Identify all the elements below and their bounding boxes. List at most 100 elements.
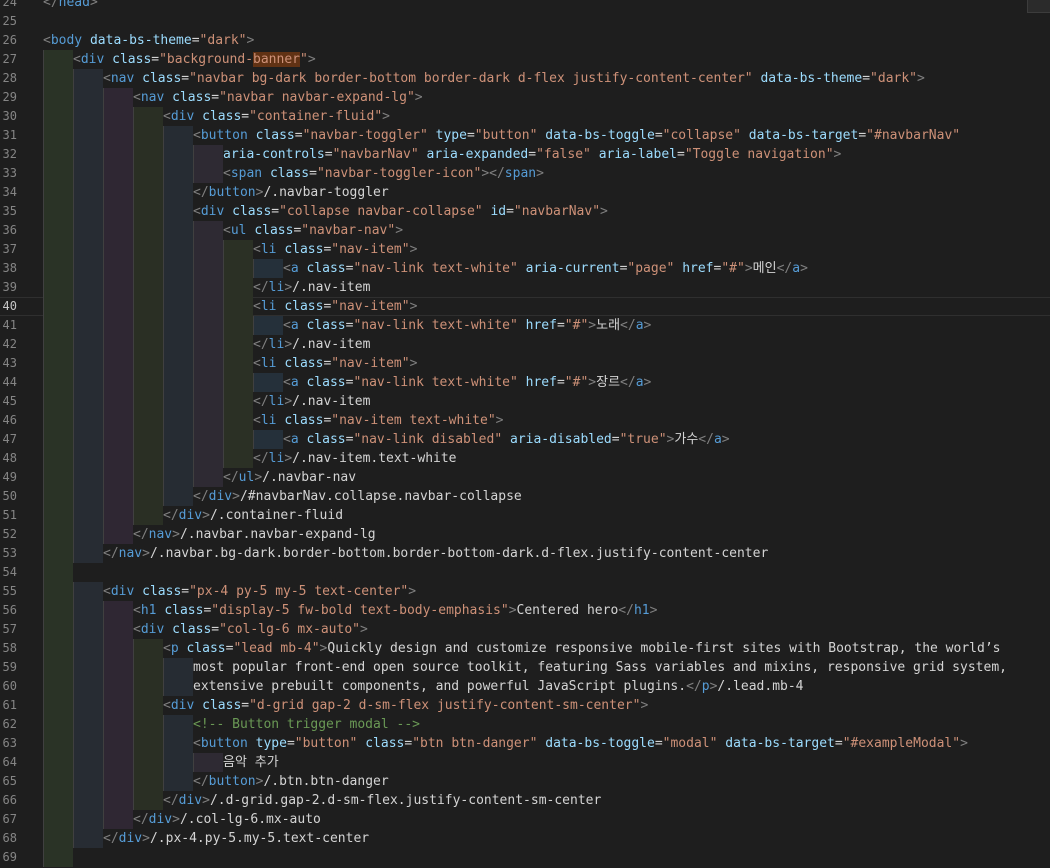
indent-guide <box>73 677 103 696</box>
code-line[interactable]: 32 aria-controls="navbarNav" aria-expande… <box>0 145 1050 164</box>
line-number: 63 <box>2 736 17 750</box>
token: class <box>269 166 310 181</box>
token: /.col-lg-6.mx-auto <box>179 812 321 827</box>
indent-guide <box>103 430 133 449</box>
code-line[interactable]: 56 <h1 class="display-5 fw-bold text-body… <box>0 601 1050 620</box>
token: nav <box>110 71 135 86</box>
token: class <box>202 109 242 124</box>
code-line[interactable]: 57 <div class="col-lg-6 mx-auto"> <box>0 620 1050 639</box>
line-number: 37 <box>2 242 17 256</box>
code-line[interactable]: 40 <li class="nav-item"> <box>0 297 1050 316</box>
token: "container-fluid" <box>249 109 383 124</box>
code-text: <p class="lead mb-4">Quickly design and … <box>163 639 1000 658</box>
token: "#" <box>564 318 589 333</box>
token: "nav-link text-white" <box>353 261 518 276</box>
minimap-slider[interactable] <box>1027 0 1050 13</box>
indent-guide <box>193 753 223 772</box>
code-line[interactable]: 52 </nav>/.navbar.navbar-expand-lg <box>0 525 1050 544</box>
code-line[interactable]: 58 <p class="lead mb-4">Quickly design an… <box>0 639 1050 658</box>
code-line[interactable]: 66 </div>/.d-grid.gap-2.d-sm-flex.justify… <box>0 791 1050 810</box>
indent-guide <box>43 772 73 791</box>
code-line[interactable]: 69 <box>0 848 1050 867</box>
code-line[interactable]: 51 </div>/.container-fluid <box>0 506 1050 525</box>
code-line[interactable]: 68 </div>/.px-4.py-5.my-5.text-center <box>0 829 1050 848</box>
line-number: 28 <box>2 71 17 85</box>
token: "nav-link text-white" <box>353 318 518 333</box>
indent-guide <box>133 487 163 506</box>
indent-guide <box>73 753 103 772</box>
token: > <box>409 299 418 314</box>
code-line[interactable]: 25 <box>0 12 1050 31</box>
code-text: <li class="nav-item"> <box>253 297 417 316</box>
code-line[interactable]: 26 <body data-bs-theme="dark"> <box>0 31 1050 50</box>
code-line[interactable]: 28 <nav class="navbar bg-dark border-bott… <box>0 69 1050 88</box>
code-line[interactable]: 30 <div class="container-fluid"> <box>0 107 1050 126</box>
code-line[interactable]: 33 <span class="navbar-toggler-icon"></sp… <box>0 164 1050 183</box>
code-line[interactable]: 31 <button class="navbar-toggler" type="b… <box>0 126 1050 145</box>
line-number: 44 <box>2 375 17 389</box>
code-line[interactable]: 50 </div>/#navbarNav.collapse.navbar-coll… <box>0 487 1050 506</box>
code-line[interactable]: 24 </head> <box>0 0 1050 12</box>
code-line[interactable]: 35 <div class="collapse navbar-collapse" … <box>0 202 1050 221</box>
indent-guide <box>163 354 193 373</box>
code-line[interactable]: 62 <!-- Button trigger modal --> <box>0 715 1050 734</box>
code-line[interactable]: 55 <div class="px-4 py-5 my-5 text-center… <box>0 582 1050 601</box>
token: = <box>466 128 475 143</box>
code-line[interactable]: 53 </nav>/.navbar.bg-dark.border-bottom.b… <box>0 544 1050 563</box>
indent-guide <box>133 335 163 354</box>
code-line[interactable]: 59 most popular front-end open source too… <box>0 658 1050 677</box>
code-line[interactable]: 39 </li>/.nav-item <box>0 278 1050 297</box>
indent-guide <box>103 620 133 639</box>
code-line[interactable]: 29 <nav class="navbar navbar-expand-lg"> <box>0 88 1050 107</box>
code-line[interactable]: 37 <li class="nav-item"> <box>0 240 1050 259</box>
code-line[interactable]: 64 음악 추가 <box>0 753 1050 772</box>
code-line[interactable]: 43 <li class="nav-item"> <box>0 354 1050 373</box>
code-line[interactable]: 49 </ul>/.navbar-nav <box>0 468 1050 487</box>
code-line[interactable]: 34 </button>/.navbar-toggler <box>0 183 1050 202</box>
code-text: </div>/.d-grid.gap-2.d-sm-flex.justify-c… <box>163 791 601 810</box>
code-text: 음악 추가 <box>223 753 279 772</box>
code-line[interactable]: 27 <div class="background-banner"> <box>0 50 1050 69</box>
indent-guide <box>163 316 193 335</box>
code-text: <body data-bs-theme="dark"> <box>43 31 254 50</box>
code-line[interactable]: 44 <a class="nav-link text-white" href="#… <box>0 373 1050 392</box>
indent-guide <box>73 392 103 411</box>
code-line[interactable]: 47 <a class="nav-link disabled" aria-disa… <box>0 430 1050 449</box>
token: "nav-item" <box>331 299 410 314</box>
indent-guide <box>133 259 163 278</box>
code-line[interactable]: 36 <ul class="navbar-nav"> <box>0 221 1050 240</box>
code-line[interactable]: 60 extensive prebuilt components, and pow… <box>0 677 1050 696</box>
indent-guide <box>103 107 133 126</box>
code-line[interactable]: 38 <a class="nav-link text-white" aria-cu… <box>0 259 1050 278</box>
code-line[interactable]: 46 <li class="nav-item text-white"> <box>0 411 1050 430</box>
code-line[interactable]: 63 <button type="button" class="btn btn-d… <box>0 734 1050 753</box>
token: div <box>110 584 135 599</box>
code-text: <div class="background-banner"> <box>73 50 316 69</box>
token: < <box>283 432 291 447</box>
indent-guide <box>163 221 193 240</box>
code-line[interactable]: 48 </li>/.nav-item.text-white <box>0 449 1050 468</box>
token: > <box>721 432 730 447</box>
indent-guide <box>163 278 193 297</box>
code-text: <li class="nav-item"> <box>253 354 417 373</box>
code-text: most popular front-end open source toolk… <box>193 658 1007 677</box>
token: class <box>112 52 152 67</box>
code-line[interactable]: 42 </li>/.nav-item <box>0 335 1050 354</box>
code-editor[interactable]: 24 </head> 25 26 <body data-bs-theme="dark">… <box>0 0 1050 867</box>
indent-guide <box>193 430 223 449</box>
code-line[interactable]: 41 <a class="nav-link text-white" href="#… <box>0 316 1050 335</box>
indent-guide <box>163 430 193 449</box>
token: data-bs-target <box>748 128 859 143</box>
code-line[interactable]: 67 </div>/.col-lg-6.mx-auto <box>0 810 1050 829</box>
line-number: 34 <box>2 185 17 199</box>
code-line[interactable]: 65 </button>/.btn.btn-danger <box>0 772 1050 791</box>
code-line[interactable]: 45 </li>/.nav-item <box>0 392 1050 411</box>
code-line[interactable]: 54 <box>0 563 1050 582</box>
token: < <box>163 109 171 124</box>
token: "dark" <box>199 33 247 48</box>
token: > <box>202 793 210 808</box>
code-line[interactable]: 61 <div class="d-grid gap-2 d-sm-flex jus… <box>0 696 1050 715</box>
token: li <box>268 280 285 295</box>
